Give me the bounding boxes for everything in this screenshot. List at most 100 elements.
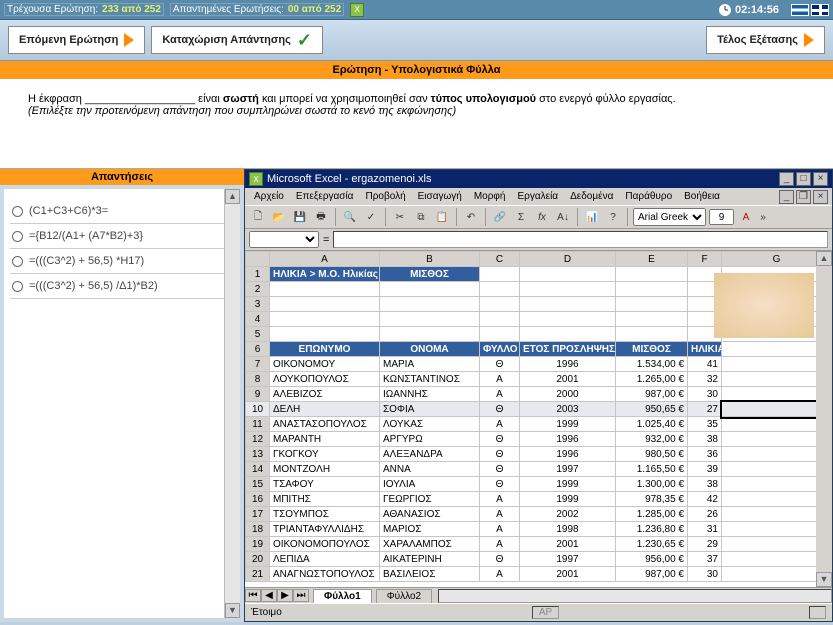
cell[interactable]	[722, 342, 832, 357]
menu-help[interactable]: Βοήθεια	[679, 189, 725, 204]
cell[interactable]: 1999	[520, 417, 616, 432]
font-select[interactable]: Arial Greek	[633, 208, 706, 226]
cell[interactable]: ΜΙΣΘΟΣ	[616, 342, 688, 357]
flag-gr-icon[interactable]	[791, 4, 809, 16]
cell[interactable]: 1.025,40 €	[616, 417, 688, 432]
cell[interactable]: ΗΛΙΚΙΑ > Μ.Ο. Ηλικίας	[270, 267, 380, 282]
sort-asc-icon[interactable]: A↓	[554, 208, 572, 226]
sheet-nav-next-icon[interactable]: ▶	[277, 589, 293, 602]
cell[interactable]: ΓΕΩΡΓΙΟΣ	[380, 492, 480, 507]
cell[interactable]: 2001	[520, 537, 616, 552]
cell[interactable]: 41	[688, 357, 722, 372]
maximize-button[interactable]: □	[796, 172, 811, 186]
cell[interactable]: ΔΕΛΗ	[270, 402, 380, 417]
cell[interactable]: Α	[480, 492, 520, 507]
row-header[interactable]: 14	[246, 462, 270, 477]
cell[interactable]	[722, 432, 832, 447]
cell[interactable]	[722, 537, 832, 552]
cell[interactable]: 1998	[520, 522, 616, 537]
cell[interactable]: 27	[688, 402, 722, 417]
col-header[interactable]: D	[520, 252, 616, 267]
cell[interactable]: Θ	[480, 447, 520, 462]
cell[interactable]	[380, 327, 480, 342]
cell[interactable]: 32	[688, 372, 722, 387]
cell[interactable]	[480, 327, 520, 342]
scroll-up-icon[interactable]: ▲	[816, 251, 832, 266]
open-icon[interactable]: 📂	[270, 208, 288, 226]
cell[interactable]: 36	[688, 447, 722, 462]
menu-view[interactable]: Προβολή	[360, 189, 410, 204]
row-header[interactable]: 15	[246, 477, 270, 492]
cell[interactable]: ΙΟΥΛΙΑ	[380, 477, 480, 492]
cell[interactable]	[722, 477, 832, 492]
answer-option[interactable]: =(((C3^2) + 56,5) *H17)	[10, 249, 234, 274]
cell[interactable]: ΑΛΕΞΑΝΔΡΑ	[380, 447, 480, 462]
cell[interactable]	[616, 327, 688, 342]
cut-icon[interactable]: ✂	[391, 208, 409, 226]
col-header[interactable]: A	[270, 252, 380, 267]
cell[interactable]: 30	[688, 567, 722, 582]
cell[interactable]	[520, 282, 616, 297]
cell[interactable]	[380, 282, 480, 297]
cell[interactable]	[616, 267, 688, 282]
cell[interactable]: 1999	[520, 492, 616, 507]
cell[interactable]: ΙΩΑΝΝΗΣ	[380, 387, 480, 402]
cell[interactable]: 1997	[520, 552, 616, 567]
sheet-area[interactable]: ABCDEFG1ΗΛΙΚΙΑ > Μ.Ο. ΗλικίαςΜΙΣΘΟΣ23456…	[245, 251, 832, 587]
cell[interactable]	[480, 297, 520, 312]
spell-icon[interactable]: ✓	[362, 208, 380, 226]
cell[interactable]: 2000	[520, 387, 616, 402]
cell[interactable]: ΚΩΝΣΤΑΝΤΙΝΟΣ	[380, 372, 480, 387]
cell[interactable]	[616, 312, 688, 327]
cell[interactable]: ΑΝΑΓΝΩΣΤΟΠΟΥΛΟΣ	[270, 567, 380, 582]
font-size-input[interactable]	[709, 209, 734, 225]
fx-icon[interactable]: fx	[533, 208, 551, 226]
cell[interactable]	[520, 312, 616, 327]
col-header[interactable]: C	[480, 252, 520, 267]
cell[interactable]	[270, 282, 380, 297]
cell[interactable]: ΒΑΣΙΛΕΙΟΣ	[380, 567, 480, 582]
cell[interactable]: 1.236,80 €	[616, 522, 688, 537]
row-header[interactable]: 17	[246, 507, 270, 522]
cell[interactable]: 2001	[520, 567, 616, 582]
cell[interactable]: 987,00 €	[616, 387, 688, 402]
col-header[interactable]: E	[616, 252, 688, 267]
cell[interactable]: ΜΑΡΙΟΣ	[380, 522, 480, 537]
cell[interactable]	[722, 492, 832, 507]
cell[interactable]: 37	[688, 552, 722, 567]
answer-option[interactable]: (C1+C3+C6)*3=	[10, 199, 234, 224]
cell[interactable]	[722, 507, 832, 522]
minimize-button[interactable]: _	[779, 172, 794, 186]
cell[interactable]: ΧΑΡΑΛΑΜΠΟΣ	[380, 537, 480, 552]
row-header[interactable]: 7	[246, 357, 270, 372]
cell[interactable]: ΜΑΡΑΝΤΗ	[270, 432, 380, 447]
cell[interactable]	[722, 567, 832, 582]
row-header[interactable]: 3	[246, 297, 270, 312]
print-preview-icon[interactable]: 🔍	[341, 208, 359, 226]
cell[interactable]: ΜΙΣΘΟΣ	[380, 267, 480, 282]
row-header[interactable]: 4	[246, 312, 270, 327]
cell[interactable]: ΟΙΚΟΝΟΜΟΠΟΥΛΟΣ	[270, 537, 380, 552]
cell[interactable]: ΜΟΝΤΖΟΛΗ	[270, 462, 380, 477]
cell[interactable]: ΛΟΥΚΟΠΟΥΛΟΣ	[270, 372, 380, 387]
sheet-scrollbar-v[interactable]: ▲ ▼	[816, 251, 832, 587]
cell[interactable]: 950,65 €	[616, 402, 688, 417]
save-icon[interactable]: 💾	[291, 208, 309, 226]
cell[interactable]	[480, 267, 520, 282]
scroll-down-icon[interactable]: ▼	[225, 603, 240, 618]
cell[interactable]: ΜΠΙΤΗΣ	[270, 492, 380, 507]
row-header[interactable]: 2	[246, 282, 270, 297]
cell[interactable]: ΑΝΝΑ	[380, 462, 480, 477]
row-header[interactable]: 6	[246, 342, 270, 357]
scroll-down-icon[interactable]: ▼	[816, 572, 832, 587]
cell[interactable]	[270, 297, 380, 312]
cell[interactable]: ΦΥΛΛΟ	[480, 342, 520, 357]
cell[interactable]: ΛΟΥΚΑΣ	[380, 417, 480, 432]
cell[interactable]: 31	[688, 522, 722, 537]
sheet-tab[interactable]: Φύλλο2	[376, 589, 432, 603]
cell[interactable]: Θ	[480, 432, 520, 447]
cell[interactable]: ΤΡΙΑΝΤΑΦΥΛΛΙΔΗΣ	[270, 522, 380, 537]
cell[interactable]: 987,00 €	[616, 567, 688, 582]
cell[interactable]: ΑΛΕΒΙΖΟΣ	[270, 387, 380, 402]
cell[interactable]	[380, 297, 480, 312]
